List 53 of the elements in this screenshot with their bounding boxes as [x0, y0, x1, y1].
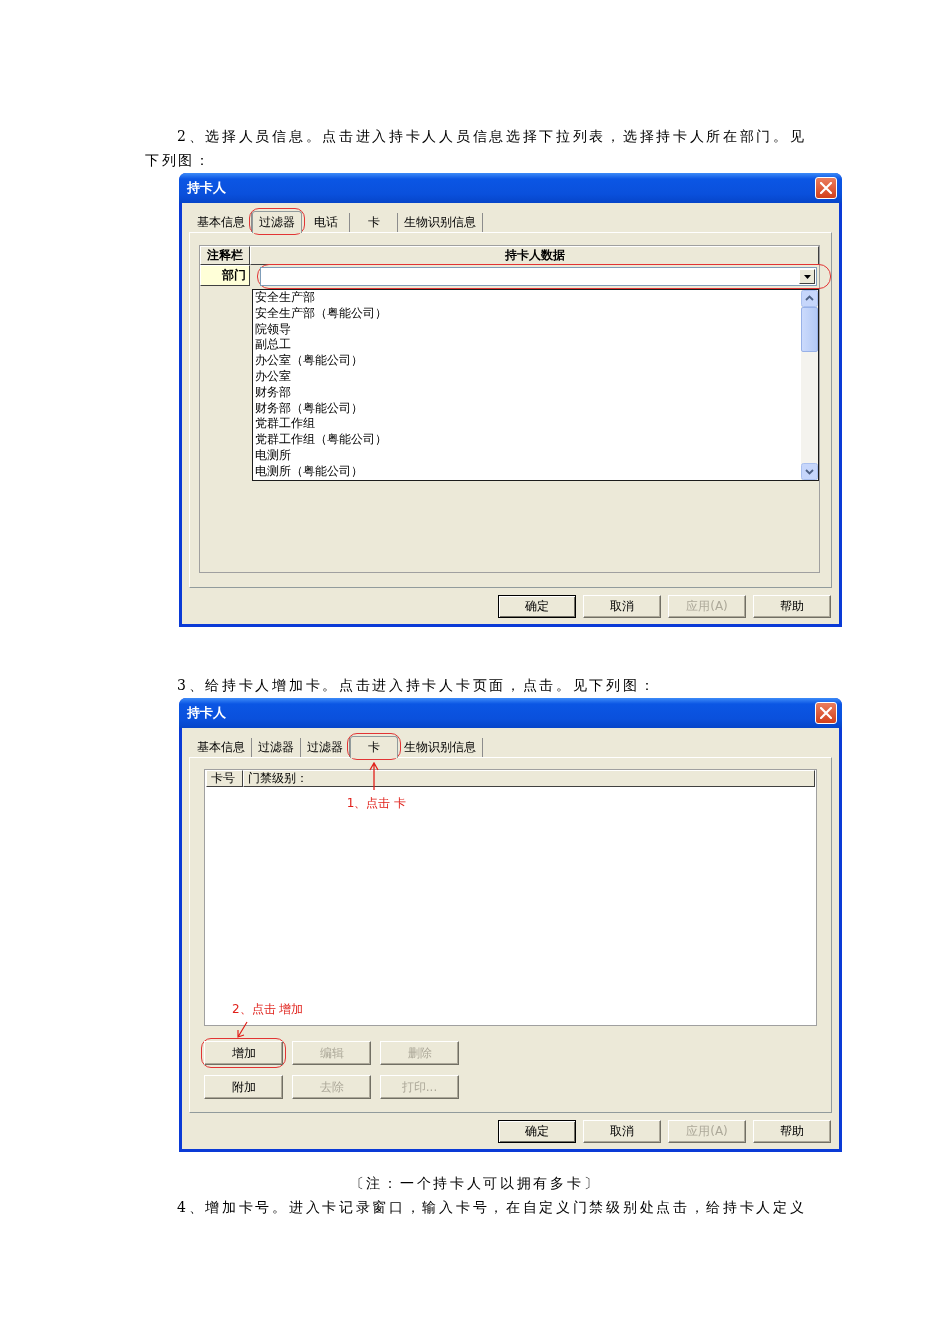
scrollbar-track[interactable] — [801, 290, 818, 480]
close-icon — [820, 707, 832, 719]
dialog-button[interactable]: 确定 — [498, 595, 576, 618]
column-header: 持卡人数据 — [250, 246, 819, 265]
dropdown-item[interactable]: 安全生产部 — [255, 290, 801, 306]
close-icon — [820, 182, 832, 194]
annotation-text: 1、点击 卡 — [346, 796, 407, 810]
dialog-button[interactable]: 确定 — [498, 1120, 576, 1143]
action-button[interactable]: 增加 — [204, 1041, 283, 1065]
dropdown-item[interactable]: 办公室 — [255, 369, 801, 385]
dialog-button[interactable]: 取消 — [583, 1120, 661, 1143]
paragraph: 3、给持卡人增加卡。点击进入持卡人卡页面，点击。见下列图： — [176, 676, 658, 695]
dropdown-item[interactable]: 党群工作组（粤能公司） — [255, 432, 801, 448]
scroll-down-icon[interactable] — [801, 463, 818, 480]
tab[interactable]: 生物识别信息 — [398, 213, 483, 232]
note-text: 〔注：一个持卡人可以拥有多卡〕 — [348, 1174, 602, 1193]
row-label: 部门 — [200, 265, 250, 286]
action-button[interactable]: 附加 — [204, 1075, 283, 1099]
annotation-arrow — [369, 762, 379, 790]
dropdown-item[interactable]: 安全生产部（粤能公司） — [255, 305, 801, 322]
annotation-text: 2、点击 增加 — [232, 1002, 304, 1016]
tab[interactable]: 过滤器 — [252, 738, 301, 757]
dropdown-item[interactable]: 党群工作组 — [255, 416, 801, 433]
dropdown-item[interactable]: 副总工 — [255, 337, 801, 354]
scroll-up-icon[interactable] — [801, 290, 818, 307]
tab[interactable]: 生物识别信息 — [398, 738, 483, 757]
column-header: 门禁级别： — [243, 770, 815, 787]
column-header: 注释栏 — [200, 246, 250, 265]
tab[interactable]: 基本信息 — [191, 738, 252, 757]
tab[interactable]: 卡 — [350, 736, 398, 758]
dropdown-item[interactable]: 财务部（粤能公司） — [255, 400, 801, 417]
dropdown-item[interactable]: 电测所（粤能公司） — [255, 463, 801, 480]
scrollbar-thumb[interactable] — [801, 307, 818, 352]
window-title: 持卡人 — [187, 179, 226, 197]
dropdown-item[interactable]: 电测所 — [255, 447, 801, 464]
column-header: 卡号 — [206, 770, 243, 787]
dropdown-item[interactable]: 办公室（粤能公司） — [255, 353, 801, 369]
close-button[interactable] — [815, 177, 837, 199]
close-button[interactable] — [815, 702, 837, 724]
paragraph: 2、选择人员信息。点击进入持卡人人员信息选择下拉列表，选择持卡人所在部门。见下列图： — [145, 127, 808, 170]
paragraph: 4、增加卡号。进入卡记录窗口，输入卡号，在自定义门禁级别处点击，给持卡人定义 — [176, 1198, 808, 1217]
annotation-arrow — [235, 1021, 249, 1039]
caret-down-icon — [803, 274, 811, 279]
dropdown-button[interactable] — [799, 269, 815, 284]
tab[interactable]: 电话 — [302, 213, 350, 232]
window-title: 持卡人 — [187, 704, 226, 722]
dialog-button[interactable]: 帮助 — [753, 1120, 831, 1143]
dialog-button[interactable]: 取消 — [583, 595, 661, 618]
tab[interactable]: 过滤器 — [252, 211, 302, 233]
tab[interactable]: 卡 — [350, 213, 398, 232]
dialog-button[interactable]: 帮助 — [753, 595, 831, 618]
dropdown-item[interactable]: 院领导 — [255, 321, 801, 338]
dropdown-item[interactable]: 财务部 — [255, 384, 801, 401]
